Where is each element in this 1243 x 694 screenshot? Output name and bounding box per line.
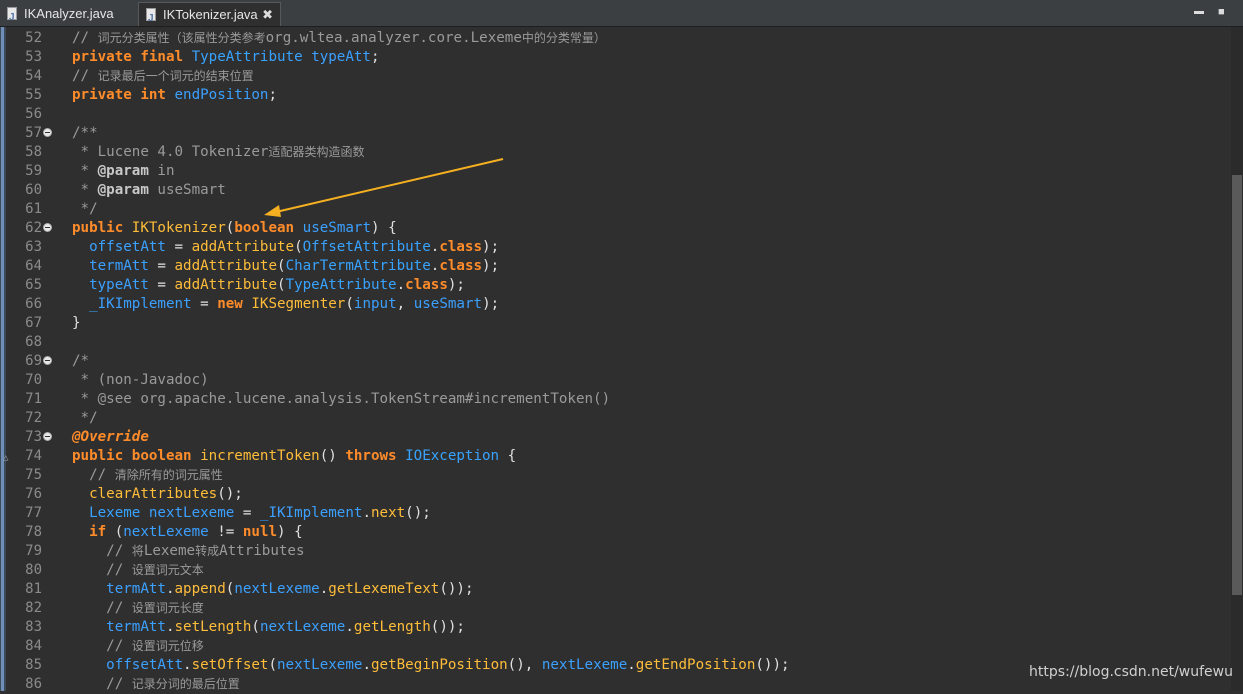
close-tab-icon[interactable]: ✖ — [262, 3, 273, 27]
maximize-icon[interactable]: ■ — [1218, 6, 1225, 18]
java-file-icon — [146, 7, 156, 31]
vertical-scrollbar[interactable] — [1231, 27, 1243, 691]
scrollbar-thumb[interactable] — [1232, 175, 1242, 595]
java-file-icon — [7, 6, 17, 30]
tab-iktokenizer[interactable]: IKTokenizer.java ✖ — [138, 2, 281, 31]
editor-tab-bar: IKAnalyzer.java IKTokenizer.java ✖ ▬ ■ — [0, 0, 1243, 31]
tab-ikanalyzer[interactable]: IKAnalyzer.java — [0, 2, 134, 30]
minimize-icon[interactable]: ▬ — [1194, 6, 1204, 17]
tab-label: IKAnalyzer.java — [24, 6, 114, 21]
annotation-arrow — [264, 158, 504, 217]
tab-label: IKTokenizer.java — [163, 7, 258, 22]
code-editor[interactable]: 52// 词元分类属性（该属性分类参考org.wltea.analyzer.co… — [0, 27, 1243, 692]
watermark-url: https://blog.csdn.net/wufewu — [1029, 664, 1233, 680]
